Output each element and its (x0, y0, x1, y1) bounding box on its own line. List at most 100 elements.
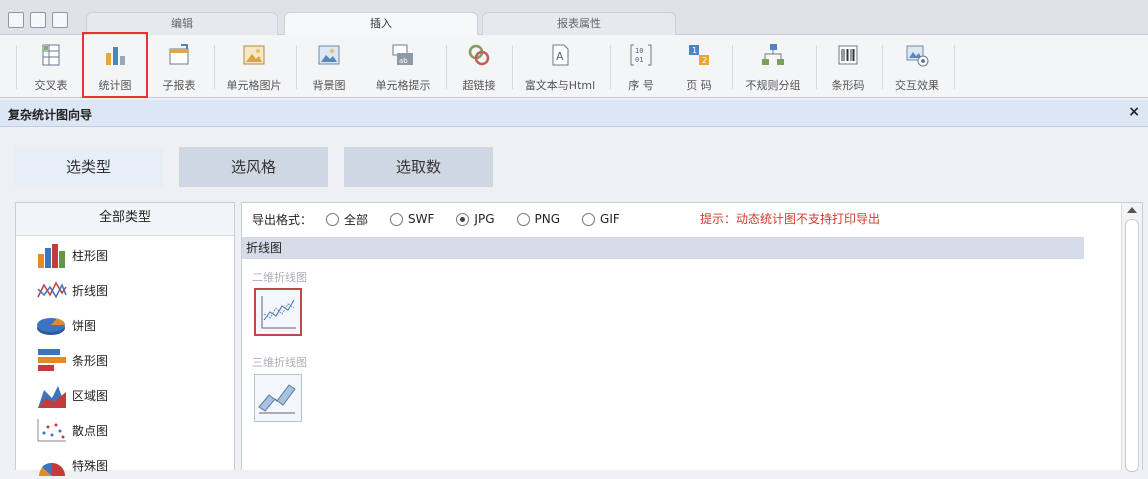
dialog-close-button[interactable]: × (1128, 104, 1140, 120)
ribbon-separator (610, 45, 611, 89)
ribbon-separator (816, 45, 817, 89)
ribbon-crosstab-label: 交叉表 (34, 79, 68, 92)
svg-text:1: 1 (692, 46, 697, 55)
ribbon-toolbar: 交叉表 统计图 子报表 单元格图片 背景图 ab 单元格提示 超链接 A 富文本… (0, 35, 1148, 98)
svg-text:A: A (556, 50, 564, 63)
chart-type-special-label: 特殊图 (72, 458, 109, 473)
ribbon-separator (882, 45, 883, 89)
subtype-3d-line-thumb[interactable] (254, 374, 302, 422)
export-option-png-label: PNG (534, 212, 561, 226)
step-select-type-button[interactable]: 选类型 (14, 147, 163, 187)
tab-insert[interactable]: 插入 (284, 12, 478, 35)
svg-text:2: 2 (702, 56, 707, 65)
chart-type-scatter[interactable]: 散点图 (36, 416, 108, 444)
subtype-3d-header: 三维折线图 (252, 356, 307, 369)
ribbon-irregular-group-button[interactable]: 不规则分组 (736, 41, 810, 95)
ribbon-separator (512, 45, 513, 89)
export-format-row: 导出格式： 全部 SWF JPG PNG GIF (252, 209, 620, 229)
svg-text:10: 10 (635, 47, 643, 55)
chart-type-line[interactable]: 折线图 (36, 276, 108, 304)
vertical-scrollbar[interactable] (1121, 203, 1142, 472)
ribbon-cell-image-button[interactable]: 单元格图片 (220, 41, 288, 95)
quick-access-toolbar (8, 12, 68, 28)
barcode-icon (838, 45, 858, 65)
background-image-icon (318, 45, 340, 65)
ribbon-richtext-label: 富文本与Html (524, 79, 596, 92)
ribbon-barcode-button[interactable]: 条形码 (820, 41, 876, 95)
ribbon-interaction-button[interactable]: 交互效果 (886, 41, 948, 95)
export-option-gif[interactable]: GIF (582, 212, 620, 226)
ribbon-crosstab-button[interactable]: 交叉表 (22, 41, 80, 95)
column-chart-icon (38, 244, 65, 268)
ribbon-tab-strip: 编辑 插入 报表属性 (0, 0, 1148, 35)
chart-type-area[interactable]: 区域图 (36, 381, 108, 409)
export-option-swf-label: SWF (408, 212, 435, 226)
scrollbar-thumb[interactable] (1125, 219, 1139, 472)
subtype-2d-line-thumb[interactable] (254, 288, 302, 336)
ribbon-interaction-label: 交互效果 (895, 79, 939, 92)
irregular-group-icon (762, 44, 784, 65)
ribbon-background-image-button[interactable]: 背景图 (302, 41, 356, 95)
chart-type-area-label: 区域图 (72, 388, 109, 403)
chart-type-pie[interactable]: 饼图 (36, 311, 96, 339)
export-option-swf[interactable]: SWF (390, 212, 434, 226)
export-format-label: 导出格式： (252, 212, 313, 227)
dialog-title: 复杂统计图向导 (8, 108, 93, 122)
ribbon-page-number-label: 页 码 (686, 79, 712, 92)
page-number-icon: 12 (689, 45, 709, 65)
radio-swf[interactable] (390, 212, 404, 226)
radio-gif[interactable] (582, 212, 596, 226)
radio-all[interactable] (326, 212, 340, 226)
preview-icon[interactable] (52, 12, 68, 28)
serial-number-icon: 1001 (630, 44, 652, 66)
scroll-up-arrow-icon[interactable] (1127, 207, 1137, 213)
ribbon-serial-number-button[interactable]: 10 01 序 号 (616, 41, 666, 95)
radio-png[interactable] (516, 212, 530, 226)
ribbon-serial-number-label: 序 号 (628, 79, 654, 92)
scatter-chart-icon (37, 419, 66, 442)
ribbon-separator (732, 45, 733, 89)
area-chart-icon (38, 386, 66, 408)
ribbon-background-image-label: 背景图 (312, 79, 346, 92)
ribbon-separator (214, 45, 215, 89)
chart-button-highlight (82, 32, 148, 98)
chart-type-scatter-label: 散点图 (72, 423, 109, 438)
ribbon-cell-image-label: 单元格图片 (226, 79, 282, 92)
crosstab-icon (42, 44, 60, 66)
app-menu-icon[interactable] (8, 12, 24, 28)
line-3d-thumbnail-icon (258, 384, 296, 414)
ribbon-hyperlink-label: 超链接 (462, 79, 496, 92)
ribbon-cell-tip-button[interactable]: ab 单元格提示 (368, 41, 438, 95)
tab-report-properties[interactable]: 报表属性 (482, 12, 676, 35)
chart-type-pie-label: 饼图 (72, 318, 97, 333)
step-select-data-button[interactable]: 选取数 (344, 147, 493, 187)
export-tip: 提示：动态统计图不支持打印导出 (700, 212, 881, 226)
export-option-jpg-label: JPG (474, 212, 495, 226)
chart-type-column[interactable]: 柱形图 (36, 241, 108, 269)
ribbon-page-number-button[interactable]: 12 页 码 (672, 41, 726, 95)
step-select-style-button[interactable]: 选风格 (179, 147, 328, 187)
richtext-icon: A (552, 44, 569, 66)
ribbon-cell-tip-label: 单元格提示 (375, 79, 431, 92)
export-option-all[interactable]: 全部 (326, 211, 368, 228)
save-icon[interactable] (30, 12, 46, 28)
ribbon-irregular-group-label: 不规则分组 (745, 79, 801, 92)
line-chart-icon (37, 281, 67, 299)
line-2d-thumbnail-icon (261, 296, 296, 329)
category-header: 折线图 (242, 237, 1084, 259)
ribbon-hyperlink-button[interactable]: 超链接 (452, 41, 506, 95)
interaction-icon (906, 45, 929, 67)
subtype-2d-header: 二维折线图 (252, 271, 307, 284)
chart-type-bar[interactable]: 条形图 (36, 346, 108, 374)
chart-type-bar-label: 条形图 (72, 353, 109, 368)
subreport-icon (169, 44, 189, 65)
bar-chart-icon (38, 349, 66, 371)
ribbon-richtext-button[interactable]: A 富文本与Html (516, 41, 604, 95)
ribbon-subreport-button[interactable]: 子报表 (150, 41, 208, 95)
export-option-png[interactable]: PNG (516, 212, 561, 226)
radio-jpg[interactable] (456, 212, 470, 226)
export-option-jpg[interactable]: JPG (456, 212, 495, 226)
ribbon-separator (16, 45, 17, 89)
special-chart-icon (39, 462, 65, 476)
chart-type-special[interactable]: 特殊图 (36, 451, 108, 479)
